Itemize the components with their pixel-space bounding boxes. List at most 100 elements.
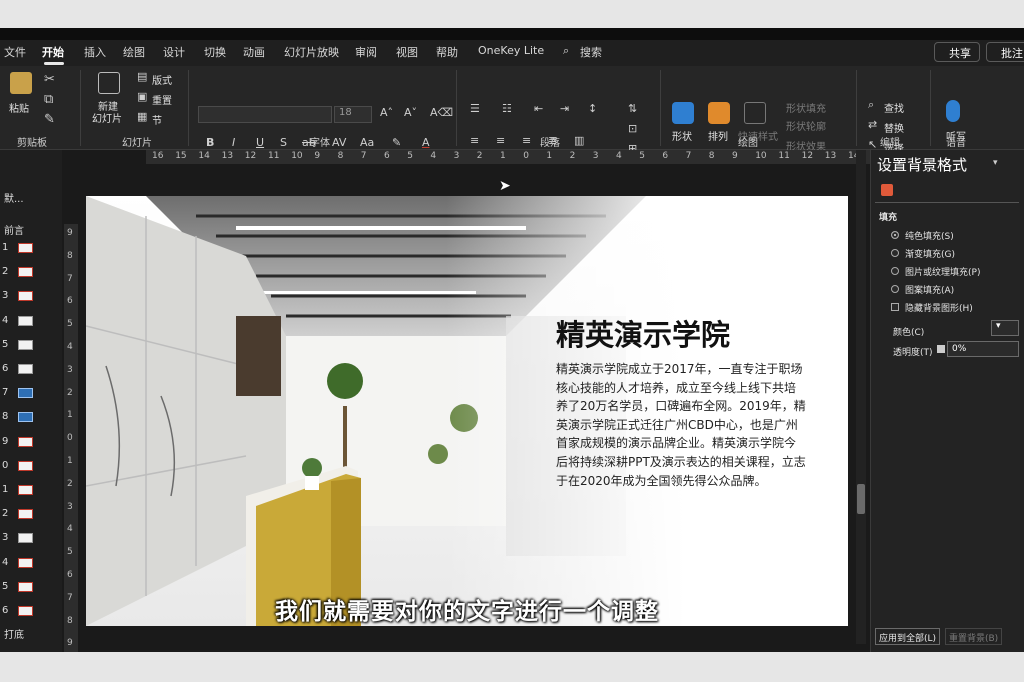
slide-thumbnail[interactable] (18, 581, 33, 592)
layout-icon[interactable]: ▤ (137, 70, 147, 83)
reset-icon[interactable]: ▣ (137, 90, 147, 103)
slide-title[interactable]: 精英演示学院 (556, 312, 730, 354)
slide-thumbnail[interactable] (18, 339, 33, 350)
grow-font-icon[interactable]: A˄ (380, 106, 393, 119)
align-left-icon[interactable]: ≡ (470, 134, 479, 147)
tab-file[interactable]: 文件 (4, 44, 26, 60)
shape-fill-button[interactable]: 形状填充 (786, 100, 826, 115)
slide-thumbnail[interactable] (18, 557, 33, 568)
tab-home[interactable]: 开始 (42, 44, 64, 60)
reset-background-button[interactable]: 重置背景(B) (945, 628, 1003, 645)
tab-design[interactable]: 设计 (163, 44, 185, 60)
align-right-icon[interactable]: ≡ (522, 134, 531, 147)
picture-fill-label[interactable]: 图片或纹理填充(P) (905, 265, 980, 278)
slide-thumbnail[interactable] (18, 436, 33, 447)
clear-format-icon[interactable]: A⌫ (430, 106, 453, 119)
shapes-button[interactable]: 形状 (672, 128, 692, 143)
transparency-input[interactable]: 0% (947, 341, 1019, 357)
pattern-fill-radio[interactable] (891, 285, 899, 293)
slide-thumbnail[interactable] (18, 388, 33, 399)
columns-icon[interactable]: ▥ (574, 134, 584, 147)
text-direction-icon[interactable]: ⇅ (628, 102, 637, 115)
arrange-icon[interactable] (708, 102, 730, 124)
slide-thumbnail[interactable] (18, 460, 33, 471)
slide-thumbnail[interactable] (18, 606, 33, 616)
color-picker-button[interactable]: ▾ (991, 320, 1019, 336)
hide-bg-label[interactable]: 隐藏背景图形(H) (905, 301, 973, 314)
shape-outline-button[interactable]: 形状轮廓 (786, 118, 826, 133)
italic-icon[interactable]: I (232, 136, 235, 149)
slide-body[interactable]: 精英演示学院成立于2017年，一直专注于职场 核心技能的人才培养，成立至今线上线下… (556, 360, 846, 490)
tab-slideshow[interactable]: 幻灯片放映 (284, 44, 339, 60)
pane-options-icon[interactable]: ▾ (993, 158, 998, 168)
paste-icon[interactable] (10, 72, 32, 94)
new-slide-icon[interactable] (98, 72, 120, 94)
char-spacing-icon[interactable]: AV (332, 136, 346, 149)
tab-review[interactable]: 审阅 (355, 44, 377, 60)
section-preface[interactable]: 前言 (4, 222, 24, 237)
slide-thumbnail[interactable] (18, 315, 33, 326)
slide-thumbnail[interactable] (18, 412, 33, 423)
search-icon[interactable]: ⌕ (563, 44, 569, 58)
apply-to-all-button[interactable]: 应用到全部(L) (875, 628, 941, 645)
align-center-icon[interactable]: ≡ (496, 134, 505, 147)
layout-button[interactable]: 版式 (152, 72, 172, 87)
gradient-fill-label[interactable]: 渐变填充(G) (905, 247, 955, 260)
share-button[interactable]: 共享 (934, 42, 980, 62)
slide-thumbnail[interactable] (18, 485, 33, 495)
font-color-icon[interactable]: A (422, 136, 430, 149)
picture-fill-radio[interactable] (891, 267, 899, 275)
tab-onekey[interactable]: OneKey Lite (478, 44, 544, 57)
section-base[interactable]: 打底 (4, 626, 24, 641)
copy-icon[interactable]: ⧉ (44, 92, 53, 107)
shrink-font-icon[interactable]: A˅ (404, 106, 417, 119)
slide-thumbnail[interactable] (18, 509, 33, 520)
arrange-button[interactable]: 排列 (708, 128, 728, 143)
shapes-icon[interactable] (672, 102, 694, 124)
quick-styles-icon[interactable] (744, 102, 766, 124)
tab-insert[interactable]: 插入 (84, 44, 106, 60)
slide-thumbnail[interactable] (18, 267, 33, 278)
increase-indent-icon[interactable]: ⇥ (560, 102, 569, 115)
reset-button[interactable]: 重置 (152, 92, 172, 107)
replace-icon[interactable]: ⇄ (868, 118, 877, 131)
underline-icon[interactable]: U (256, 136, 264, 149)
pattern-fill-label[interactable]: 图案填充(A) (905, 283, 954, 296)
fill-bucket-icon[interactable] (881, 184, 893, 196)
line-spacing-icon[interactable]: ↕ (588, 102, 597, 115)
tab-view[interactable]: 视图 (396, 44, 418, 60)
gradient-fill-radio[interactable] (891, 249, 899, 257)
change-case-icon[interactable]: Aa (360, 136, 374, 149)
tab-help[interactable]: 帮助 (436, 44, 458, 60)
section-default[interactable]: 默... (4, 190, 24, 205)
tab-animations[interactable]: 动画 (243, 44, 265, 60)
solid-fill-label[interactable]: 纯色填充(S) (905, 229, 954, 242)
slide-thumbnail[interactable] (18, 291, 33, 302)
vertical-scrollbar[interactable] (856, 150, 866, 644)
slide-thumbnail[interactable] (18, 533, 33, 544)
bold-icon[interactable]: B (206, 136, 214, 149)
tab-transitions[interactable]: 切换 (204, 44, 226, 60)
align-text-icon[interactable]: ⊡ (628, 122, 637, 135)
transparency-slider[interactable] (937, 345, 945, 353)
find-button[interactable]: 查找 (884, 100, 904, 115)
numbering-icon[interactable]: ☷ (502, 102, 512, 115)
cut-icon[interactable]: ✂ (44, 72, 55, 87)
solid-fill-radio[interactable] (891, 231, 899, 239)
slide-canvas[interactable]: 精英演示学院 精英演示学院成立于2017年，一直专注于职场 核心技能的人才培养，成… (86, 196, 848, 626)
tab-draw[interactable]: 绘图 (123, 44, 145, 60)
paste-label[interactable]: 粘贴 (9, 100, 29, 115)
slide-thumbnail[interactable] (18, 364, 33, 374)
find-icon[interactable]: ⌕ (868, 98, 874, 112)
format-painter-icon[interactable]: ✎ (44, 112, 55, 127)
section-button[interactable]: 节 (152, 112, 162, 127)
hide-bg-checkbox[interactable] (891, 303, 899, 311)
replace-button[interactable]: 替换 (884, 120, 904, 135)
scrollbar-thumb[interactable] (857, 484, 865, 514)
microphone-icon[interactable] (946, 100, 960, 122)
shadow-icon[interactable]: S (280, 136, 287, 149)
new-slide-label-2[interactable]: 幻灯片 (92, 110, 122, 125)
font-size-combo[interactable]: 18 (334, 106, 372, 123)
section-icon[interactable]: ▦ (137, 110, 147, 123)
decrease-indent-icon[interactable]: ⇤ (534, 102, 543, 115)
